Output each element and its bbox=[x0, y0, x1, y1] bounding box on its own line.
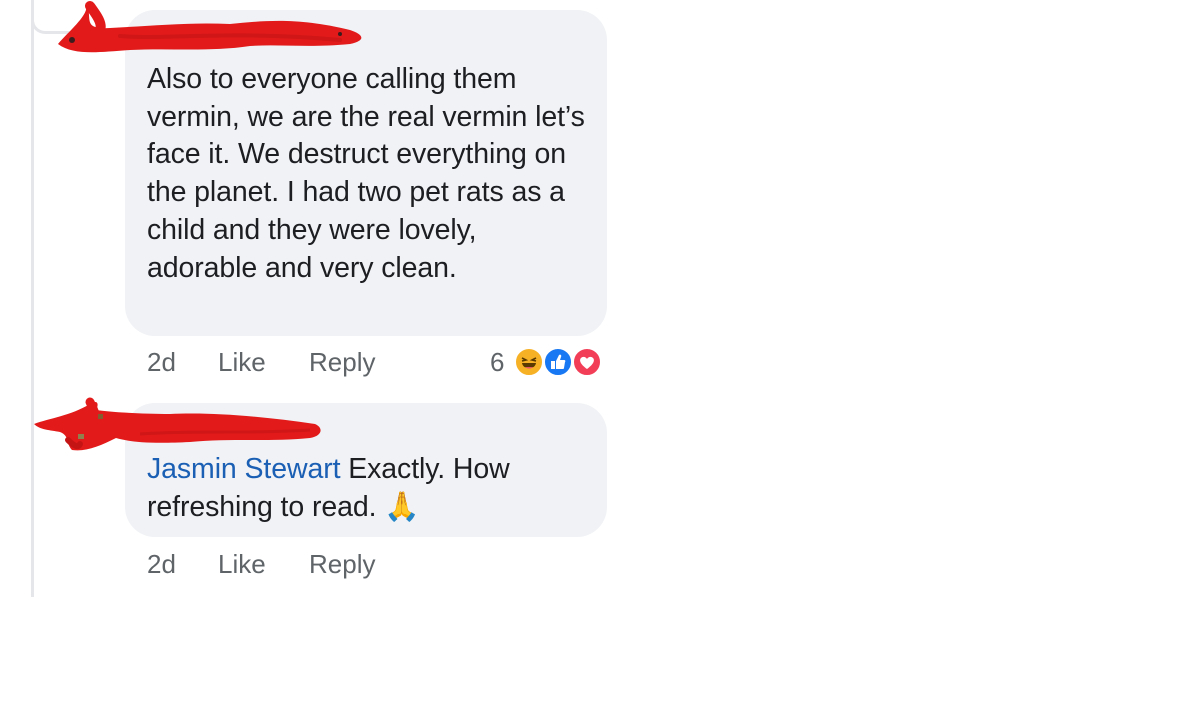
comment-body: Also to everyone calling them vermin, we… bbox=[147, 61, 592, 287]
comment-text: Also to everyone calling them vermin, we… bbox=[147, 63, 585, 284]
haha-icon bbox=[514, 347, 544, 377]
comment-timestamp[interactable]: 2d bbox=[147, 546, 176, 582]
like-icon bbox=[543, 347, 573, 377]
reaction-summary[interactable]: 6 bbox=[490, 345, 610, 379]
comment-thread: Also to everyone calling them vermin, we… bbox=[0, 0, 1201, 717]
reply-button[interactable]: Reply bbox=[309, 546, 375, 582]
redacted-avatar-and-name bbox=[34, 397, 321, 451]
love-icon bbox=[572, 347, 602, 377]
reaction-count: 6 bbox=[490, 347, 505, 377]
redacted-avatar-and-name bbox=[58, 1, 362, 53]
like-button[interactable]: Like bbox=[218, 344, 266, 380]
comment-timestamp[interactable]: 2d bbox=[147, 344, 176, 380]
like-button[interactable]: Like bbox=[218, 546, 266, 582]
mention-link[interactable]: Jasmin Stewart bbox=[147, 453, 341, 485]
thread-connector-line bbox=[31, 0, 34, 597]
reply-button[interactable]: Reply bbox=[309, 344, 375, 380]
comment-body: Jasmin Stewart Exactly. How refreshing t… bbox=[147, 451, 592, 526]
